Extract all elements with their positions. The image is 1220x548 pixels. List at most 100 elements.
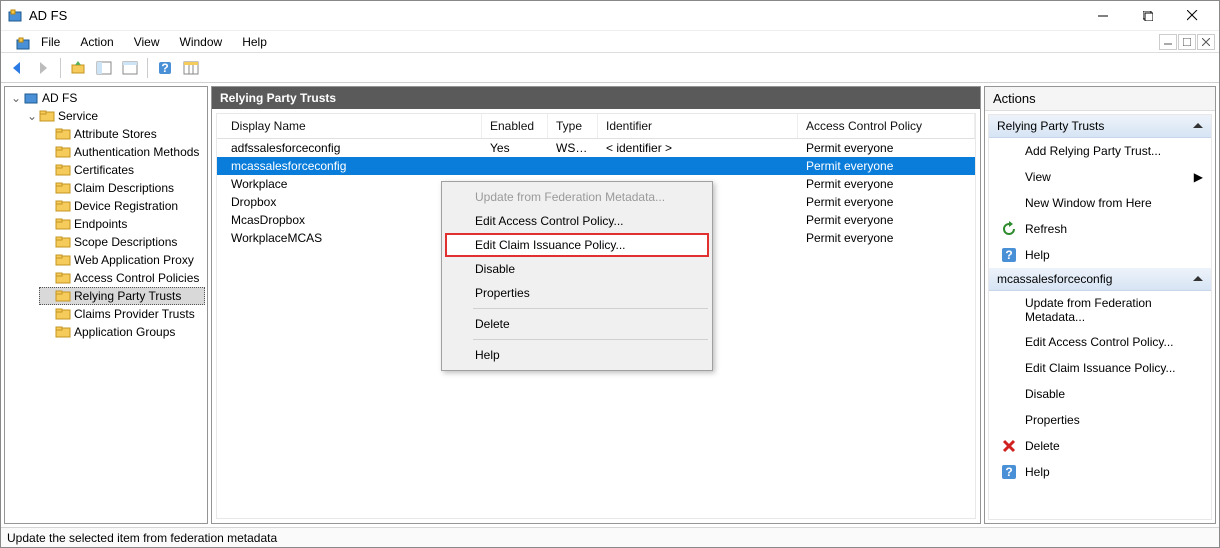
maximize-button[interactable] <box>1125 1 1170 30</box>
actions-title: Actions <box>985 87 1215 111</box>
folder-icon <box>55 180 71 196</box>
context-item[interactable]: Disable <box>445 257 709 281</box>
tree-item[interactable]: Web Application Proxy <box>39 251 205 269</box>
cell-identifier <box>598 157 798 175</box>
submenu-arrow-icon: ▶ <box>1194 170 1203 184</box>
action-item[interactable]: Update from Federation Metadata... <box>989 291 1211 329</box>
folder-icon <box>55 324 71 340</box>
action-item[interactable]: New Window from Here <box>989 190 1211 216</box>
twisty-icon[interactable]: ⌄ <box>9 91 23 105</box>
mdi-minimize[interactable] <box>1159 34 1177 50</box>
forward-button[interactable] <box>31 56 55 80</box>
none-icon <box>1001 302 1017 318</box>
folder-icon <box>55 216 71 232</box>
actions-section-2-label: mcassalesforceconfig <box>997 272 1112 286</box>
tree-item[interactable]: Relying Party Trusts <box>39 287 205 305</box>
tree-item-label: Web Application Proxy <box>74 253 194 267</box>
tree-item[interactable]: Certificates <box>39 161 205 179</box>
menu-file[interactable]: File <box>31 33 70 51</box>
cell-enabled: Yes <box>482 139 548 157</box>
context-item[interactable]: Delete <box>445 312 709 336</box>
col-enabled[interactable]: Enabled <box>482 114 548 138</box>
action-item[interactable]: Refresh <box>989 216 1211 242</box>
center-pane: Relying Party Trusts Display Name Enable… <box>211 86 981 524</box>
col-display-name[interactable]: Display Name <box>217 114 482 138</box>
tree-item-label: Application Groups <box>74 325 175 339</box>
folder-icon <box>55 162 71 178</box>
adfs-root-icon <box>23 90 39 106</box>
help-button[interactable]: ? <box>153 56 177 80</box>
action-item[interactable]: Edit Access Control Policy... <box>989 329 1211 355</box>
mdi-close[interactable] <box>1197 34 1215 50</box>
tree-root[interactable]: ⌄ AD FS <box>7 89 205 107</box>
svg-text:?: ? <box>161 61 168 75</box>
svg-text:?: ? <box>1005 465 1012 479</box>
actions-section-1[interactable]: Relying Party Trusts <box>989 115 1211 138</box>
svg-text:?: ? <box>1005 248 1012 262</box>
tree-item-label: Endpoints <box>74 217 127 231</box>
toolbar-separator <box>60 58 61 78</box>
status-bar: Update the selected item from federation… <box>1 527 1219 547</box>
properties-button[interactable] <box>118 56 142 80</box>
menu-action[interactable]: Action <box>70 33 123 51</box>
cell-identifier: < identifier > <box>598 139 798 157</box>
action-item[interactable]: Edit Claim Issuance Policy... <box>989 355 1211 381</box>
menu-view[interactable]: View <box>124 33 170 51</box>
tree-item[interactable]: Scope Descriptions <box>39 233 205 251</box>
refresh-icon <box>1001 221 1017 237</box>
action-item[interactable]: View▶ <box>989 164 1211 190</box>
cell-policy: Permit everyone <box>798 139 975 157</box>
table-row[interactable]: mcassalesforceconfigPermit everyone <box>217 157 975 175</box>
cell-name: mcassalesforceconfig <box>217 157 482 175</box>
context-item[interactable]: Edit Access Control Policy... <box>445 209 709 233</box>
none-icon <box>1001 334 1017 350</box>
context-item[interactable]: Edit Claim Issuance Policy... <box>445 233 709 257</box>
back-button[interactable] <box>5 56 29 80</box>
tree-item[interactable]: Endpoints <box>39 215 205 233</box>
tree-item[interactable]: Claims Provider Trusts <box>39 305 205 323</box>
none-icon <box>1001 169 1017 185</box>
menu-window[interactable]: Window <box>170 33 233 51</box>
title-bar: AD FS <box>1 1 1219 31</box>
action-item[interactable]: Add Relying Party Trust... <box>989 138 1211 164</box>
status-text: Update the selected item from federation… <box>7 531 277 545</box>
col-policy[interactable]: Access Control Policy <box>798 114 975 138</box>
tree-service[interactable]: ⌄ Service <box>23 107 205 125</box>
action-item[interactable]: Disable <box>989 381 1211 407</box>
window-title: AD FS <box>29 8 1080 23</box>
cell-enabled <box>482 157 548 175</box>
twisty-icon[interactable]: ⌄ <box>25 109 39 123</box>
tree-service-label: Service <box>58 109 98 123</box>
tree-item-label: Scope Descriptions <box>74 235 177 249</box>
tree-item[interactable]: Attribute Stores <box>39 125 205 143</box>
tree-item[interactable]: Device Registration <box>39 197 205 215</box>
action-item[interactable]: ?Help <box>989 459 1211 485</box>
action-item[interactable]: Properties <box>989 407 1211 433</box>
table-row[interactable]: adfssalesforceconfigYesWS-T...< identifi… <box>217 139 975 157</box>
tree-item-label: Claim Descriptions <box>74 181 174 195</box>
columns-button[interactable] <box>179 56 203 80</box>
up-button[interactable] <box>66 56 90 80</box>
context-item[interactable]: Help <box>445 343 709 367</box>
tree-item[interactable]: Access Control Policies <box>39 269 205 287</box>
tree-item[interactable]: Application Groups <box>39 323 205 341</box>
action-item[interactable]: ?Help <box>989 242 1211 268</box>
show-hide-tree-button[interactable] <box>92 56 116 80</box>
folder-icon <box>55 306 71 322</box>
col-type[interactable]: Type <box>548 114 598 138</box>
folder-icon <box>55 234 71 250</box>
tree-item[interactable]: Claim Descriptions <box>39 179 205 197</box>
help-icon: ? <box>1001 247 1017 263</box>
tree-item[interactable]: Authentication Methods <box>39 143 205 161</box>
action-label: Refresh <box>1025 222 1067 236</box>
context-item: Update from Federation Metadata... <box>445 185 709 209</box>
minimize-button[interactable] <box>1080 1 1125 30</box>
col-identifier[interactable]: Identifier <box>598 114 798 138</box>
actions-section-2[interactable]: mcassalesforceconfig <box>989 268 1211 291</box>
menu-help[interactable]: Help <box>232 33 277 51</box>
mdi-restore[interactable] <box>1178 34 1196 50</box>
context-item[interactable]: Properties <box>445 281 709 305</box>
list-header: Display Name Enabled Type Identifier Acc… <box>217 114 975 139</box>
action-item[interactable]: Delete <box>989 433 1211 459</box>
close-button[interactable] <box>1170 1 1215 30</box>
